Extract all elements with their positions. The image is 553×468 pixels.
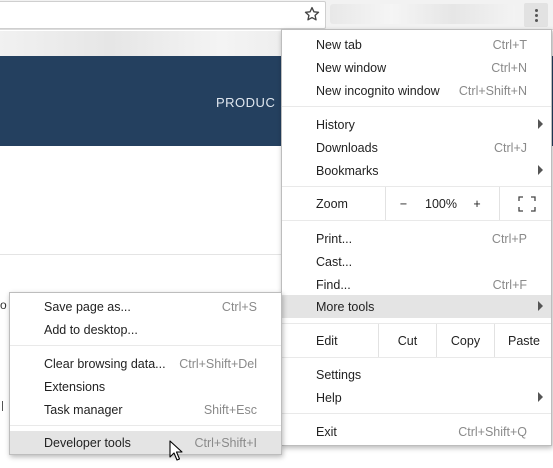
submenu-item-add-to-desktop[interactable]: Add to desktop... (10, 318, 281, 341)
extensions-area (330, 4, 515, 24)
menu-item-label: Clear browsing data... (44, 357, 166, 371)
menu-item-shortcut: Shift+Esc (203, 403, 257, 417)
menu-item-label: Settings (316, 368, 362, 382)
zoom-in-label: + (473, 196, 481, 211)
zoom-in-button[interactable]: + (461, 187, 493, 220)
menu-item-label: Exit (316, 425, 337, 439)
copy-button[interactable]: Copy (436, 324, 494, 357)
menu-item-shortcut: Ctrl+F (492, 278, 527, 292)
menu-icon[interactable] (524, 3, 548, 27)
menu-item-label: Extensions (44, 380, 106, 394)
menu-item-more-tools[interactable]: More tools (282, 295, 551, 318)
menu-item-label: Developer tools (44, 436, 131, 450)
menu-item-label: New tab (316, 38, 362, 52)
page-partial-text: o (0, 298, 7, 312)
menu-item-shortcut: Ctrl+P (491, 232, 527, 246)
submenu-arrow-icon (538, 119, 543, 129)
submenu-item-developer-tools[interactable]: Developer tools Ctrl+Shift+I (10, 431, 281, 454)
menu-item-shortcut: Ctrl+N (491, 61, 527, 75)
cut-label: Cut (397, 333, 418, 348)
submenu-item-task-manager[interactable]: Task manager Shift+Esc (10, 398, 281, 421)
menu-item-label: Bookmarks (316, 164, 379, 178)
menu-item-print[interactable]: Print... Ctrl+P (282, 227, 551, 250)
zoom-out-button[interactable]: − (385, 187, 421, 220)
zoom-out-label: − (399, 196, 408, 211)
menu-item-bookmarks[interactable]: Bookmarks (282, 159, 551, 182)
menu-item-new-tab[interactable]: New tab Ctrl+T (282, 33, 551, 56)
page-partial-glyph (2, 401, 3, 411)
menu-item-shortcut: Ctrl+T (492, 38, 527, 52)
menu-item-shortcut: Ctrl+Shift+Del (179, 357, 257, 371)
menu-item-label: Find... (316, 278, 351, 292)
cut-button[interactable]: Cut (378, 324, 436, 357)
menu-separator (282, 106, 551, 107)
menu-item-new-incognito-window[interactable]: New incognito window Ctrl+Shift+N (282, 79, 551, 102)
zoom-label: Zoom (316, 197, 348, 211)
banner-nav-text[interactable]: PRODUC (216, 95, 275, 110)
mouse-cursor-icon (169, 440, 183, 461)
menu-item-shortcut: Ctrl+S (221, 300, 257, 314)
menu-separator (10, 425, 281, 426)
menu-item-label: Help (316, 391, 342, 405)
menu-item-shortcut: Ctrl+J (494, 141, 527, 155)
fullscreen-icon (517, 195, 536, 212)
menu-item-label: History (316, 118, 355, 132)
menu-item-history[interactable]: History (282, 113, 551, 136)
fullscreen-button[interactable] (499, 187, 553, 220)
menu-separator (282, 220, 551, 221)
submenu-item-clear-browsing-data[interactable]: Clear browsing data... Ctrl+Shift+Del (10, 352, 281, 375)
menu-item-label: Task manager (44, 403, 123, 417)
submenu-item-save-page[interactable]: Save page as... Ctrl+S (10, 295, 281, 318)
menu-item-label: Cast... (316, 255, 353, 269)
menu-item-downloads[interactable]: Downloads Ctrl+J (282, 136, 551, 159)
edit-label: Edit (316, 334, 338, 348)
submenu-arrow-icon (538, 392, 543, 402)
page-divider (0, 254, 290, 255)
submenu-arrow-icon (538, 165, 543, 175)
zoom-row: Zoom − 100% + (282, 187, 551, 220)
submenu-item-extensions[interactable]: Extensions (10, 375, 281, 398)
menu-item-shortcut: Ctrl+Shift+N (458, 84, 527, 98)
menu-item-label: New window (316, 61, 387, 75)
copy-label: Copy (450, 333, 481, 348)
menu-separator (10, 345, 281, 346)
edit-row: Edit Cut Copy Paste (282, 324, 551, 357)
paste-button[interactable]: Paste (494, 324, 553, 357)
menu-item-shortcut: Ctrl+Shift+Q (458, 425, 527, 439)
address-bar[interactable] (0, 1, 326, 29)
submenu-arrow-icon (538, 301, 543, 311)
menu-item-label: Print... (316, 232, 353, 246)
menu-item-exit[interactable]: Exit Ctrl+Shift+Q (282, 420, 551, 443)
menu-item-label: Save page as... (44, 300, 131, 314)
menu-item-find[interactable]: Find... Ctrl+F (282, 273, 551, 296)
star-icon[interactable] (303, 5, 321, 23)
menu-separator (282, 413, 551, 414)
zoom-level: 100% (425, 197, 457, 211)
more-tools-submenu: Save page as... Ctrl+S Add to desktop...… (9, 292, 282, 455)
browser-toolbar (0, 0, 553, 30)
menu-item-shortcut: Ctrl+Shift+I (194, 436, 257, 450)
menu-item-label: More tools (316, 300, 375, 314)
paste-label: Paste (508, 333, 540, 348)
menu-item-settings[interactable]: Settings (282, 363, 551, 386)
menu-item-new-window[interactable]: New window Ctrl+N (282, 56, 551, 79)
menu-separator (282, 357, 551, 358)
menu-item-label: Downloads (316, 141, 378, 155)
menu-item-help[interactable]: Help (282, 386, 551, 409)
chrome-main-menu: New tab Ctrl+T New window Ctrl+N New inc… (281, 29, 552, 446)
menu-item-cast[interactable]: Cast... (282, 250, 551, 273)
menu-item-label: New incognito window (316, 84, 440, 98)
menu-item-label: Add to desktop... (44, 323, 138, 337)
